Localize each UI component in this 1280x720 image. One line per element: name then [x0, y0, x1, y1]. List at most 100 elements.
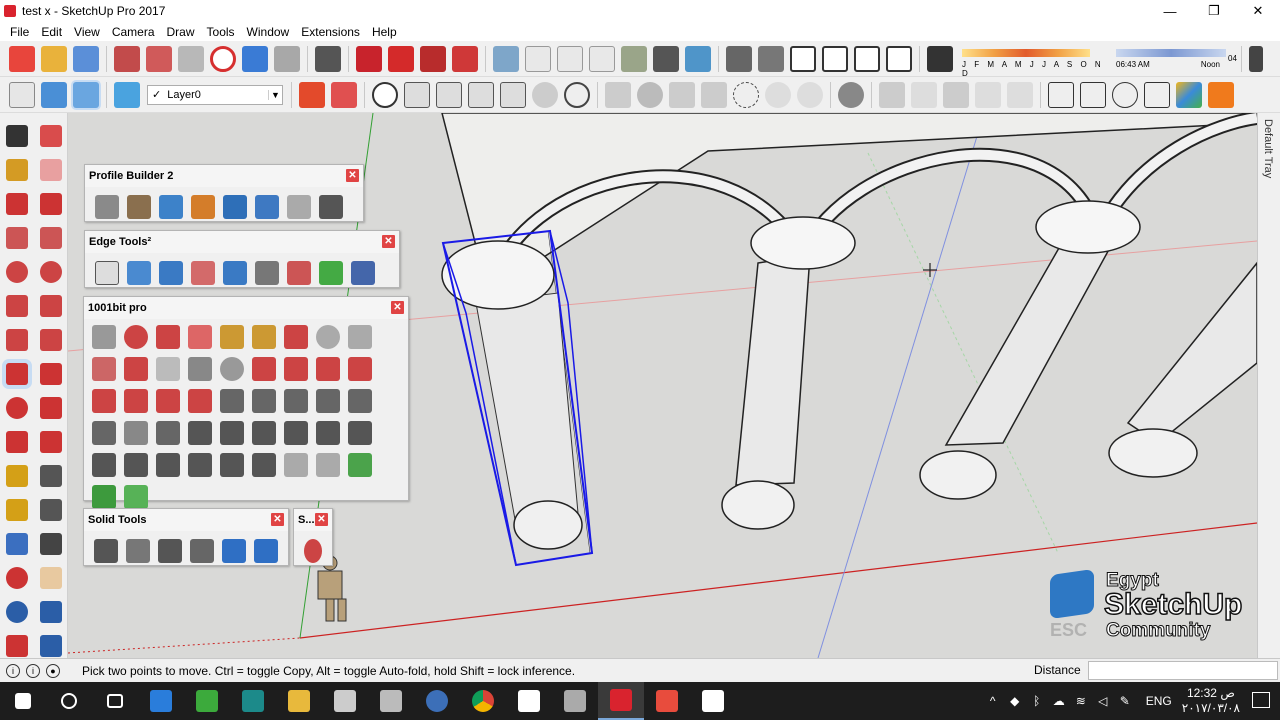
intersect-icon[interactable]: [126, 539, 150, 563]
shadow-date-slider[interactable]: J F M A M J J A S O N D: [962, 46, 1112, 78]
profile-builder-close-button[interactable]: ✕: [346, 169, 359, 182]
edge-tools-header[interactable]: Edge Tools² ✕: [85, 231, 399, 253]
rotated-rectangle-icon[interactable]: [40, 227, 62, 249]
bit-tool-16-icon[interactable]: [284, 357, 308, 381]
sun-icon[interactable]: [733, 81, 759, 108]
house-3-icon[interactable]: [854, 45, 880, 72]
bit-tool-44-icon[interactable]: [316, 453, 340, 477]
user-icon[interactable]: ●: [46, 663, 60, 678]
default-tray[interactable]: Default Tray: [1257, 113, 1280, 658]
previous-view-icon[interactable]: [40, 635, 62, 657]
pb-swap-icon[interactable]: [287, 195, 311, 219]
onedrive-icon[interactable]: ☁: [1048, 694, 1070, 708]
bit-tool-41-icon[interactable]: [220, 453, 244, 477]
axes-icon[interactable]: [9, 81, 35, 108]
outer-shell-icon[interactable]: [94, 539, 118, 563]
subtract-icon[interactable]: [190, 539, 214, 563]
pencil-line-icon[interactable]: [6, 193, 28, 215]
colorful-icon[interactable]: [1176, 81, 1202, 108]
arc-icon[interactable]: [6, 295, 28, 317]
house-icon[interactable]: [790, 45, 816, 72]
geo-location-icon[interactable]: i: [6, 663, 20, 678]
zoom-extents-icon[interactable]: [6, 635, 28, 657]
taskbar-file-explorer[interactable]: [276, 682, 322, 720]
bit-tool-14-icon[interactable]: [220, 357, 244, 381]
push-pull-icon[interactable]: [40, 363, 62, 385]
bluetooth-icon[interactable]: ᛒ: [1026, 694, 1048, 708]
bit-tool-32-icon[interactable]: [220, 421, 244, 445]
menu-help[interactable]: Help: [366, 25, 403, 39]
rectangle-icon[interactable]: [6, 227, 28, 249]
warehouse-icon[interactable]: [726, 45, 752, 72]
shadows-toggle-icon[interactable]: [927, 45, 953, 72]
bit-tool-19-icon[interactable]: [92, 389, 116, 413]
bit-tool-24-icon[interactable]: [252, 389, 276, 413]
wifi-icon[interactable]: ≋: [1070, 694, 1092, 708]
make-component-icon[interactable]: [40, 125, 62, 147]
link-icon[interactable]: [1144, 81, 1170, 108]
bit-tool-2-icon[interactable]: [124, 325, 148, 349]
bit-tool-13-icon[interactable]: [188, 357, 212, 381]
small-panel-header[interactable]: S... ✕: [294, 509, 332, 531]
paste-icon[interactable]: [178, 45, 204, 72]
bit-tool-10-icon[interactable]: [92, 357, 116, 381]
shield-icon[interactable]: ◆: [1004, 694, 1026, 708]
bit-tool-4-icon[interactable]: [188, 325, 212, 349]
taskbar-layout[interactable]: [184, 682, 230, 720]
extension-warehouse-icon[interactable]: [758, 45, 784, 72]
small-panel-close-button[interactable]: ✕: [315, 513, 328, 526]
et-join-icon[interactable]: [191, 261, 215, 285]
et-divide-icon[interactable]: [159, 261, 183, 285]
pb-build-icon[interactable]: [191, 195, 215, 219]
bit-tool-17-icon[interactable]: [316, 357, 340, 381]
bit-tool-31-icon[interactable]: [188, 421, 212, 445]
export-icon[interactable]: [1048, 81, 1074, 108]
checkbox-icon[interactable]: [1080, 81, 1106, 108]
bit-tool-27-icon[interactable]: [348, 389, 372, 413]
pie-icon[interactable]: [6, 329, 28, 351]
bit-tool-21-icon[interactable]: [156, 389, 180, 413]
bit-tool-25-icon[interactable]: [284, 389, 308, 413]
undo-icon[interactable]: [242, 45, 268, 72]
arc-2-icon[interactable]: [40, 295, 62, 317]
cloud-icon[interactable]: [1112, 81, 1138, 108]
pen-icon[interactable]: ✎: [1114, 694, 1136, 708]
text-icon[interactable]: [40, 499, 62, 521]
union-icon[interactable]: [158, 539, 182, 563]
fur-icon[interactable]: [975, 81, 1001, 108]
pb-scales-icon[interactable]: [319, 195, 343, 219]
bit-tool-34-icon[interactable]: [284, 421, 308, 445]
bit-tool-1-icon[interactable]: [92, 325, 116, 349]
shadow-time-slider[interactable]: 06:43 AM Noon: [1116, 46, 1226, 72]
taskbar-sketchup-red[interactable]: [644, 682, 690, 720]
save-file-icon[interactable]: [73, 45, 99, 72]
left-view-icon[interactable]: [653, 45, 679, 72]
scale-icon[interactable]: [6, 431, 28, 453]
zoom-window-icon[interactable]: [40, 601, 62, 623]
camera-icon[interactable]: [500, 81, 526, 108]
bit-tool-45-icon[interactable]: [348, 453, 372, 477]
et-cleanup-icon[interactable]: [95, 261, 119, 285]
light-3-icon[interactable]: [669, 81, 695, 108]
cut-icon[interactable]: [114, 45, 140, 72]
et-smooth-icon[interactable]: [127, 261, 151, 285]
clock[interactable]: 12:32 ص ٢٠١٧/٠٣/٠٨: [1182, 686, 1240, 716]
erase-x-icon[interactable]: [210, 45, 236, 72]
component-red-3-icon[interactable]: [420, 45, 446, 72]
house-4-icon[interactable]: [886, 45, 912, 72]
front-view-icon[interactable]: [557, 45, 583, 72]
bit-tool-33-icon[interactable]: [252, 421, 276, 445]
solid-tools-close-button[interactable]: ✕: [271, 513, 284, 526]
taskbar-image-viewer[interactable]: [690, 682, 736, 720]
edge-tools-close-button[interactable]: ✕: [382, 235, 395, 248]
layer-dropdown[interactable]: ✓ Layer0 ▼: [147, 84, 283, 105]
component-red-1-icon[interactable]: [356, 45, 382, 72]
menu-tools[interactable]: Tools: [201, 25, 241, 39]
frame-buffer-icon[interactable]: [436, 81, 462, 108]
bit-tool-20-icon[interactable]: [124, 389, 148, 413]
bit-tool-15-icon[interactable]: [252, 357, 276, 381]
1001bit-pro-header[interactable]: 1001bit pro ✕: [84, 297, 408, 319]
explode-icon[interactable]: [299, 81, 325, 108]
new-file-icon[interactable]: [9, 45, 35, 72]
bit-tool-7-icon[interactable]: [284, 325, 308, 349]
